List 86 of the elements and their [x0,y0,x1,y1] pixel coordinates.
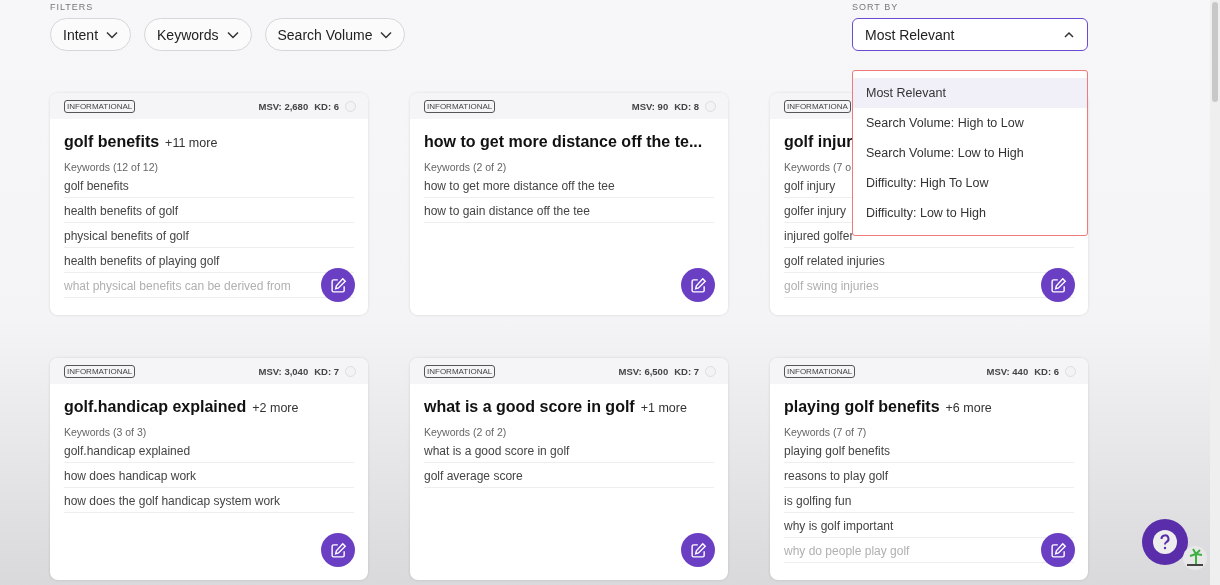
keywords-count: Keywords (2 of 2) [424,161,507,173]
edit-icon [329,541,347,559]
difficulty-dot [1065,365,1076,377]
keyword-row: reasons to play golf [784,468,889,483]
keyword-row: is golfing fun [784,493,852,508]
keywords-count: Keywords (7 o [784,161,852,173]
keyword-row: golf benefits [64,178,129,193]
keyword-row: injured golfer [784,228,854,243]
filter-dropdown[interactable]: Keywords [144,18,252,51]
keyword-row: how does handicap work [64,468,197,483]
filter-dropdown[interactable]: Search Volume [264,18,406,51]
card-title: golf benefits [64,133,160,151]
intent-tag: INFORMATIONAL [424,364,496,378]
filters-label: FILTERS [50,2,94,12]
edit-button[interactable] [1041,533,1075,567]
intent-tag: INFORMATIONA [784,99,851,113]
keyword-row: why do people play golf [784,543,910,558]
edit-icon [1049,541,1067,559]
difficulty-dot [705,365,716,377]
edit-button[interactable] [1041,268,1075,302]
keyword-row: why is golf important [784,518,894,533]
keyword-row: golf.handicap explained [64,443,191,458]
card-title: playing golf benefits [784,398,940,416]
scrollbar[interactable] [1210,0,1220,585]
keyword-row: health benefits of golf [64,203,179,218]
edit-button[interactable] [681,533,715,567]
chevron-icon [106,30,119,39]
sort-dropdown[interactable]: Most Relevant [852,18,1088,51]
kd-value: KD: 6 [314,100,339,112]
difficulty-dot [705,100,716,112]
keyword-row: golf related injuries [784,253,885,268]
kd-value: KD: 7 [314,365,339,377]
keywords-count: Keywords (3 of 3) [64,426,147,438]
sort-label: SORT BY [852,2,899,12]
msv-value: MSV: 6,500 [618,365,669,377]
edit-icon [329,276,347,294]
intent-tag: INFORMATIONAL [64,99,136,113]
card-title: golf injur [784,133,853,151]
edit-icon [689,276,707,294]
more-count: +11 more [165,136,218,150]
keyword-row: what physical benefits can be derived from [64,278,291,293]
keyword-row: how to get more distance off the tee [424,178,615,193]
kd-value: KD: 6 [1034,365,1059,377]
difficulty-dot [345,100,356,112]
keyword-row: golf average score [424,468,523,483]
keywords-count: Keywords (12 of 12) [64,161,158,173]
chevron-icon [380,30,393,39]
help-icon [1153,530,1177,554]
palm-tree-icon [1182,545,1208,571]
msv-value: MSV: 90 [631,100,669,112]
edit-button[interactable] [321,268,355,302]
edit-button[interactable] [681,268,715,302]
filter-dropdown[interactable]: Intent [50,18,132,51]
intent-tag: INFORMATIONAL [784,364,856,378]
keywords-count: Keywords (7 of 7) [784,426,867,438]
more-count: +6 more [945,401,992,415]
msv-value: MSV: 3,040 [258,365,309,377]
msv-value: MSV: 440 [986,365,1029,377]
keywords-count: Keywords (2 of 2) [424,426,507,438]
card-title: what is a good score in golf [424,398,635,416]
help-button[interactable] [1142,519,1188,565]
difficulty-dot [345,365,356,377]
edit-button[interactable] [321,533,355,567]
edit-icon [1049,276,1067,294]
keyword-row: physical benefits of golf [64,228,189,243]
card-title: how to get more distance off the te... [424,133,703,151]
intent-tag: INFORMATIONAL [424,99,496,113]
card-title: golf.handicap explained [64,398,247,416]
keyword-row: how to gain distance off the tee [424,203,590,218]
keyword-row: golf injury [784,178,836,193]
more-count: +1 more [640,401,687,415]
more-count: +2 more [252,401,299,415]
keyword-row: health benefits of playing golf [64,253,220,268]
msv-value: MSV: 2,680 [258,100,309,112]
intent-tag: INFORMATIONAL [64,364,136,378]
keyword-row: what is a good score in golf [424,443,570,458]
kd-value: KD: 8 [674,100,699,112]
chevron-icon [1063,30,1075,39]
keyword-row: golfer injury [784,203,847,218]
edit-icon [689,541,707,559]
chevron-icon [226,30,239,39]
keyword-row: playing golf benefits [784,443,891,458]
keyword-row: golf swing injuries [784,278,879,293]
kd-value: KD: 7 [674,365,699,377]
sort-option[interactable]: Most Relevant [853,78,1087,108]
keyword-row: how does the golf handicap system work [64,493,281,508]
